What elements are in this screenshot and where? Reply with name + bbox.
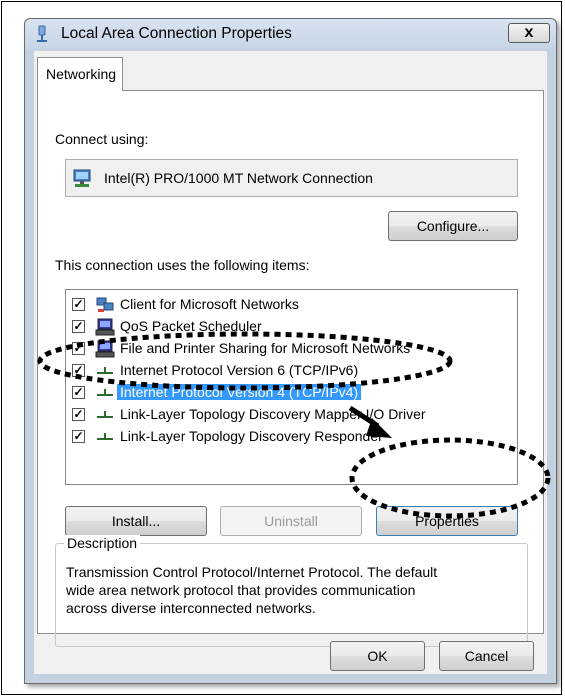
description-line: wide area network protocol that provides… [66, 582, 416, 598]
description-group: Description Transmission Control Protoco… [55, 535, 528, 647]
network-connection-icon [37, 25, 47, 42]
item-label: Client for Microsoft Networks [120, 296, 299, 312]
service-icon [95, 318, 115, 336]
list-item[interactable]: ✓ QoS Packet Scheduler [72, 316, 512, 338]
protocol-icon [97, 433, 113, 440]
description-title: Description [64, 535, 141, 551]
list-item[interactable]: ✓ File and Printer Sharing for Microsoft… [72, 338, 512, 360]
list-item[interactable]: ✓ Link-Layer Topology Discovery Mapper I… [72, 404, 512, 426]
install-button[interactable]: Install... [65, 506, 207, 536]
checkbox[interactable]: ✓ [72, 386, 85, 399]
checkbox[interactable]: ✓ [72, 298, 85, 311]
checkbox[interactable]: ✓ [72, 342, 85, 355]
network-adapter-icon [73, 169, 91, 187]
items-list[interactable]: ✓ Client for Microsoft Networks ✓ QoS Pa… [65, 289, 518, 485]
protocol-icon [97, 389, 113, 396]
checkbox[interactable]: ✓ [72, 364, 85, 377]
networking-panel: Connect using: Intel(R) PRO/1000 MT Netw… [37, 90, 544, 647]
list-item[interactable]: ✓ Client for Microsoft Networks [72, 294, 512, 316]
item-label: QoS Packet Scheduler [120, 318, 262, 334]
description-text: Transmission Control Protocol/Internet P… [66, 563, 521, 617]
item-label: Link-Layer Topology Discovery Mapper I/O… [120, 406, 426, 422]
tab-networking[interactable]: Networking [37, 57, 123, 91]
item-label: Internet Protocol Version 4 (TCP/IPv4) [117, 384, 362, 400]
connect-using-label: Connect using: [55, 131, 149, 147]
ok-button[interactable]: OK [330, 641, 425, 671]
title-bar: Local Area Connection Properties x [25, 19, 556, 49]
close-button[interactable]: x [508, 23, 550, 43]
service-icon [95, 340, 115, 358]
adapter-name: Intel(R) PRO/1000 MT Network Connection [104, 170, 373, 186]
checkbox[interactable]: ✓ [72, 408, 85, 421]
cancel-button[interactable]: Cancel [439, 641, 534, 671]
network-client-icon [96, 297, 114, 312]
uninstall-button[interactable]: Uninstall [220, 506, 362, 536]
list-item[interactable]: ✓ Internet Protocol Version 6 (TCP/IPv6) [72, 360, 512, 382]
checkbox[interactable]: ✓ [72, 430, 85, 443]
protocol-icon [97, 367, 113, 374]
checkbox[interactable]: ✓ [72, 320, 85, 333]
properties-button[interactable]: Properties [376, 506, 518, 536]
item-label: File and Printer Sharing for Microsoft N… [120, 340, 411, 356]
list-item[interactable]: ✓ Link-Layer Topology Discovery Responde… [72, 426, 512, 448]
items-label: This connection uses the following items… [55, 257, 310, 273]
description-line: across diverse interconnected networks. [66, 600, 316, 616]
properties-dialog: Local Area Connection Properties x Netwo… [24, 18, 557, 684]
item-label: Internet Protocol Version 6 (TCP/IPv6) [120, 362, 359, 378]
window-title: Local Area Connection Properties [61, 25, 292, 42]
item-label: Link-Layer Topology Discovery Responder [120, 428, 383, 444]
configure-button[interactable]: Configure... [388, 211, 518, 241]
protocol-icon [97, 411, 113, 418]
adapter-field: Intel(R) PRO/1000 MT Network Connection [65, 159, 518, 197]
list-item-selected[interactable]: ✓ Internet Protocol Version 4 (TCP/IPv4) [72, 382, 512, 404]
dialog-client-area: Networking Connect using: Intel(R) PRO/1… [34, 51, 547, 674]
tab-networking-label: Networking [46, 66, 117, 82]
description-line: Transmission Control Protocol/Internet P… [66, 564, 438, 580]
